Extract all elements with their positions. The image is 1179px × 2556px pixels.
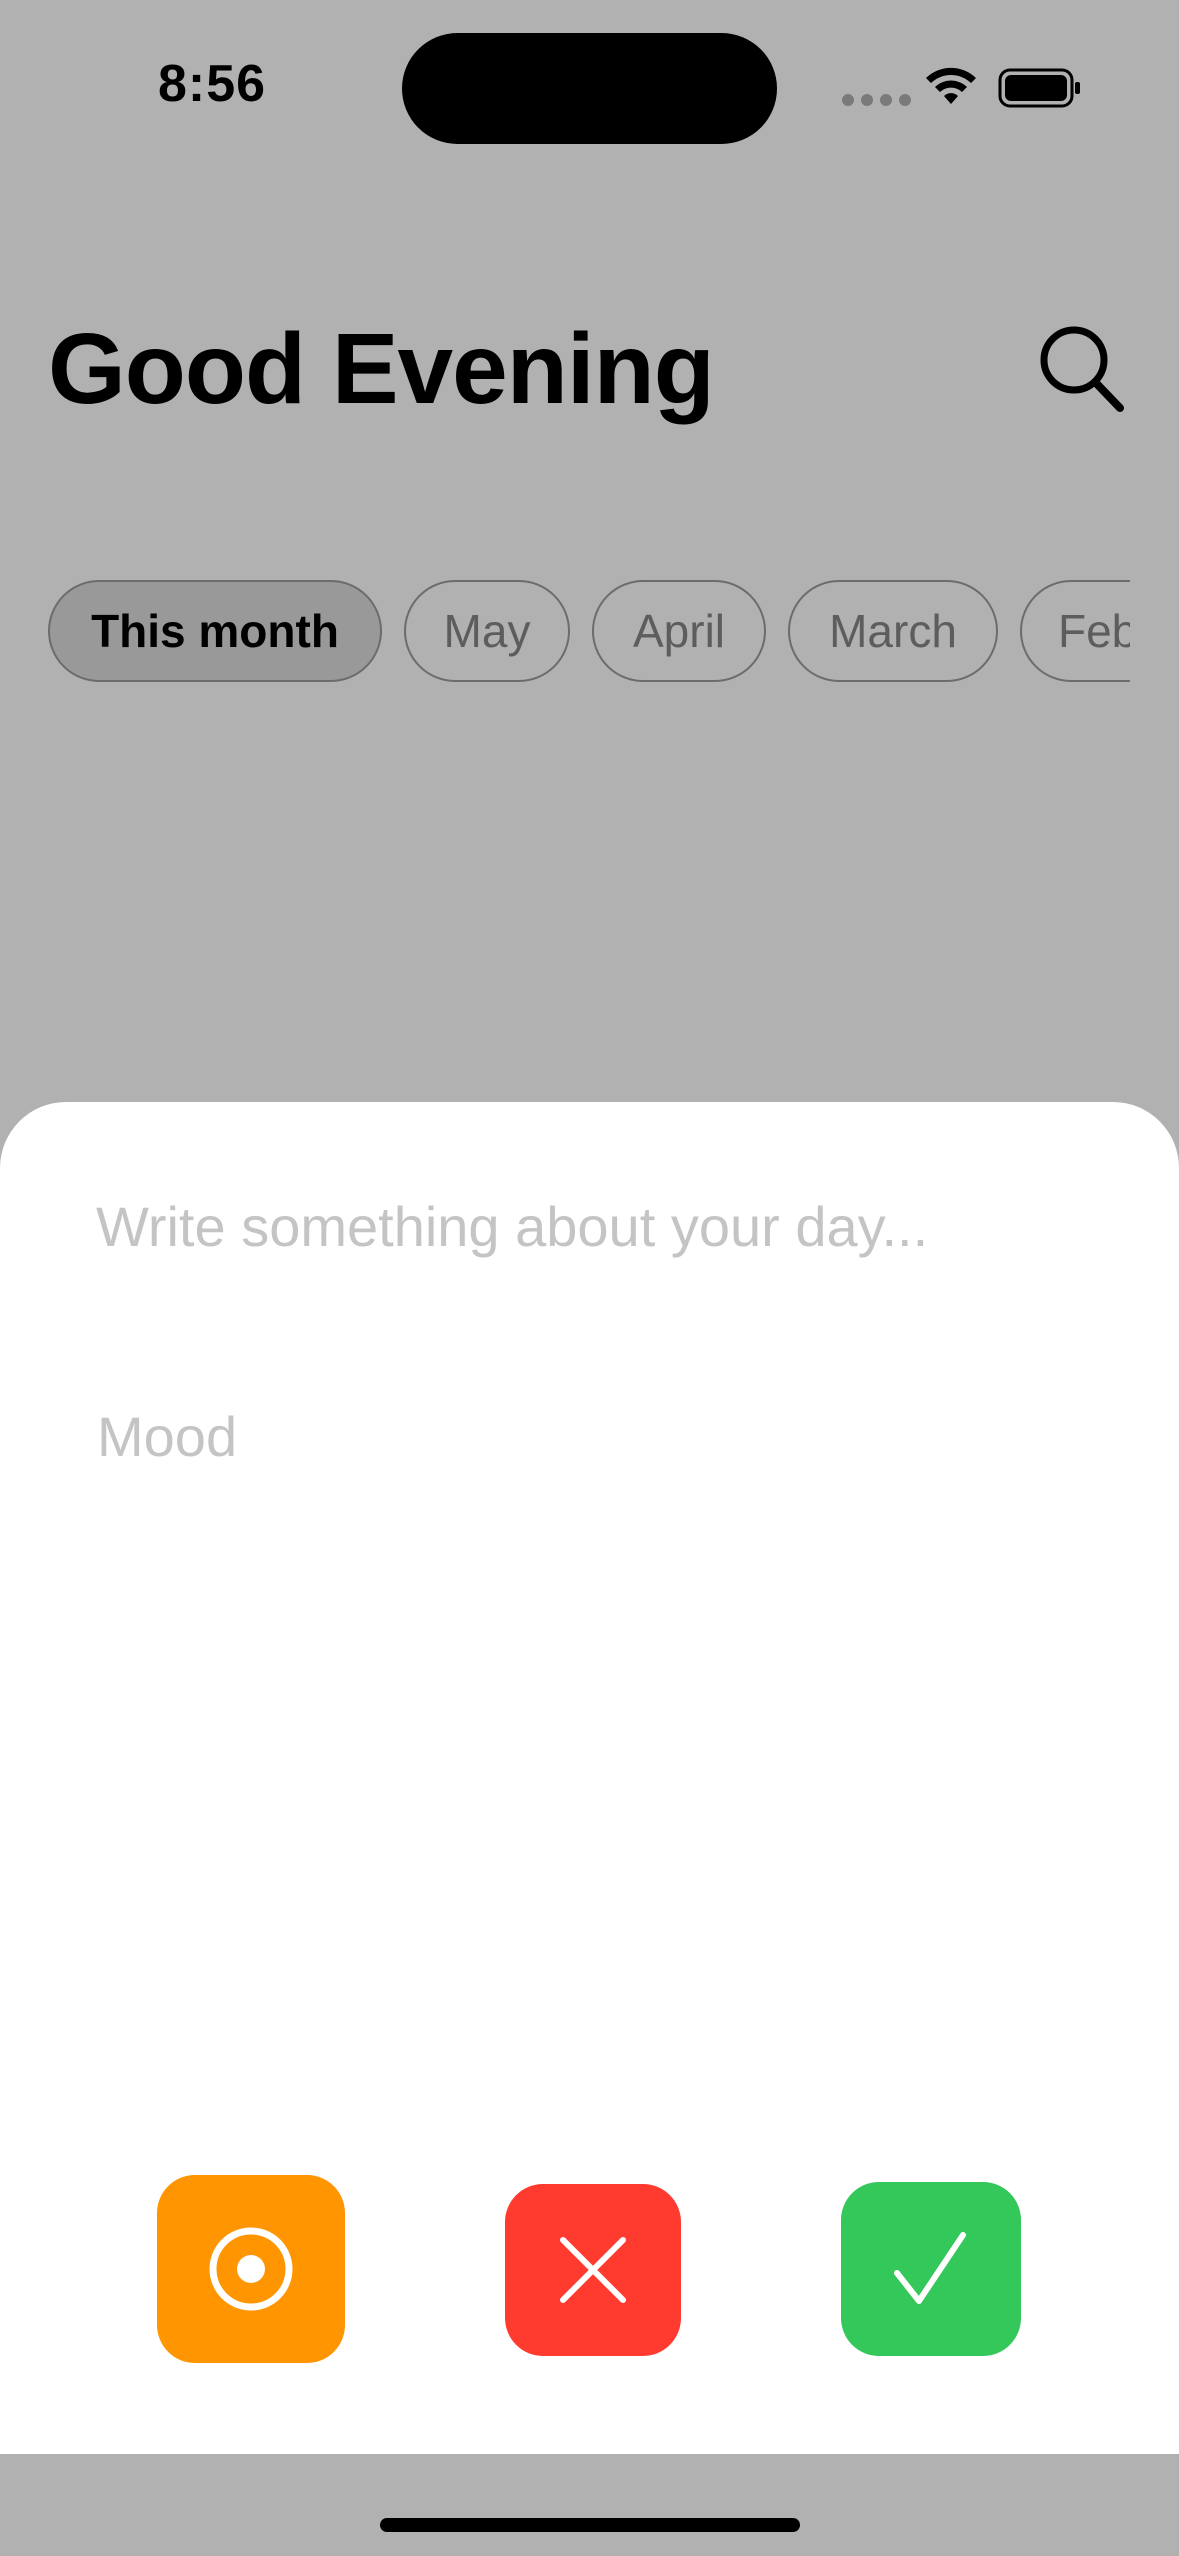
wifi-icon — [926, 67, 976, 104]
filter-chip-this-month[interactable]: This month — [48, 580, 382, 682]
filter-chip-feb[interactable]: Feb — [1020, 580, 1130, 682]
home-indicator[interactable] — [380, 2518, 800, 2532]
cellular-signal-icon — [842, 94, 911, 106]
status-bar: 8:56 — [0, 0, 1179, 160]
page-title: Good Evening — [48, 313, 715, 425]
filter-chip-may[interactable]: May — [404, 580, 570, 682]
battery-icon — [998, 68, 1080, 108]
mood-field[interactable]: Mood — [97, 1404, 237, 1469]
dynamic-island — [402, 33, 777, 144]
close-icon — [560, 2237, 626, 2303]
chip-label: This month — [91, 605, 339, 657]
chip-label: May — [443, 605, 531, 657]
discard-button[interactable] — [505, 2184, 681, 2356]
chip-label: Feb — [1058, 605, 1130, 657]
search-button[interactable] — [1036, 322, 1126, 416]
chip-label: April — [632, 605, 726, 657]
search-icon — [1040, 326, 1124, 412]
filter-chip-march[interactable]: March — [788, 580, 998, 682]
save-button[interactable] — [841, 2182, 1021, 2356]
journal-entry-input[interactable] — [96, 1194, 1086, 1259]
record-icon — [209, 2227, 293, 2311]
checkmark-icon — [894, 2232, 966, 2304]
chip-label: March — [829, 605, 957, 657]
month-filter-bar: This month May April March Feb — [48, 580, 1130, 686]
new-entry-sheet: Mood — [0, 1102, 1179, 2454]
status-time: 8:56 — [158, 55, 267, 113]
record-button[interactable] — [157, 2175, 345, 2363]
filter-chip-april[interactable]: April — [592, 580, 766, 682]
